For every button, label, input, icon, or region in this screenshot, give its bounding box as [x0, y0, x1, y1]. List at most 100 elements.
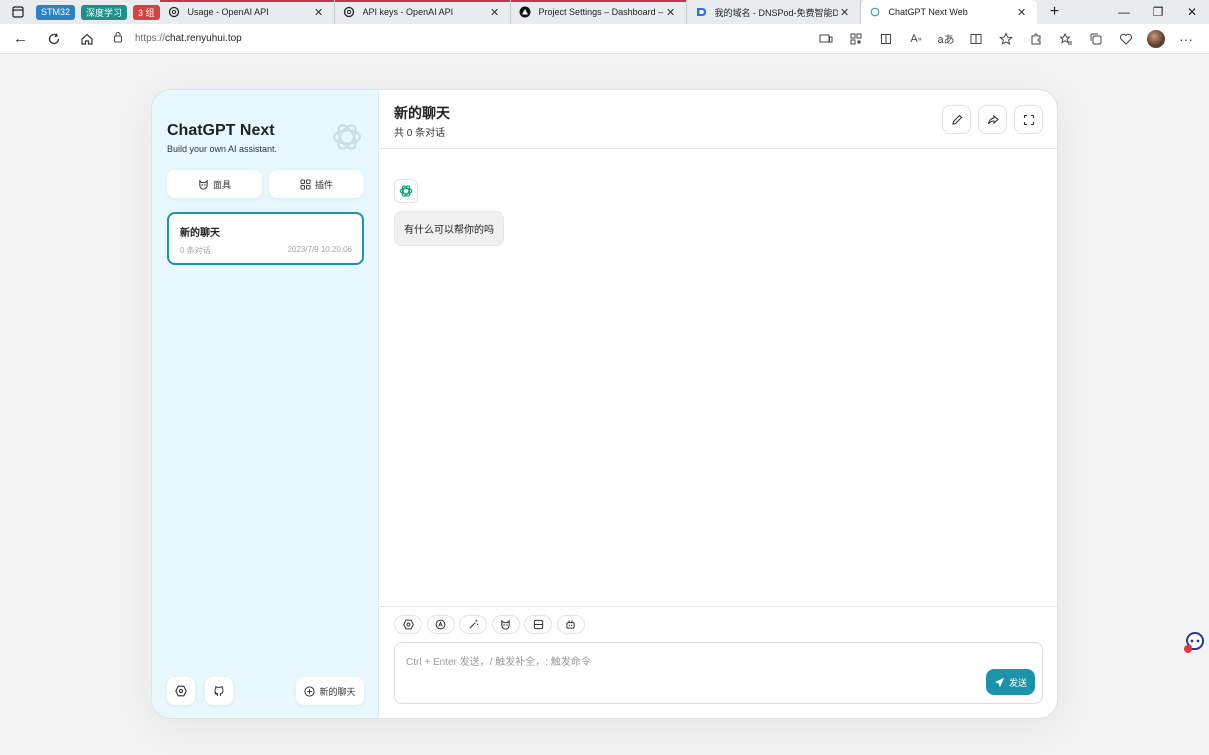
url-field[interactable]: https://chat.renyuhui.top — [113, 31, 242, 46]
new-chat-button[interactable]: 新的聊天 — [296, 677, 364, 705]
browser-tab-project-settings[interactable]: Project Settings – Dashboard – ✕ — [510, 0, 687, 24]
home-icon[interactable] — [70, 24, 103, 54]
browser-tab-usage[interactable]: Usage - OpenAI API ✕ — [159, 0, 335, 24]
chatgpt-avatar-icon — [399, 185, 413, 197]
tab-group-3[interactable]: 3 组 — [133, 4, 160, 20]
github-button[interactable] — [205, 677, 233, 705]
chat-list-item[interactable]: 新的聊天 0 条对话 2023/7/9 10:20:06 — [167, 212, 364, 265]
browser-tab-api-keys[interactable]: API keys - OpenAI API ✕ — [334, 0, 511, 24]
mask-button-label: 面具 — [212, 179, 231, 190]
theme-auto-icon — [435, 619, 446, 630]
chat-title: 新的聊天 — [394, 105, 450, 121]
tab-title: API keys - OpenAI API — [362, 7, 454, 17]
dnspod-icon — [695, 6, 707, 18]
address-bar: ← https://chat.renyuhui.top A» aあ ··· — [0, 24, 1209, 54]
tab-title: Usage - OpenAI API — [187, 7, 269, 17]
send-button-label: 发送 — [1008, 677, 1027, 688]
chat-item-date: 2023/7/9 10:20:06 — [287, 245, 352, 254]
chat-item-count: 0 条对话 — [180, 246, 211, 255]
mask-icon — [501, 619, 510, 630]
split-screen-icon[interactable] — [961, 24, 991, 54]
plugin-button[interactable]: 插件 — [269, 170, 364, 198]
edit-pencil-icon — [951, 114, 962, 125]
minimize-icon[interactable]: — — [1107, 0, 1141, 24]
collections-icon[interactable] — [1081, 24, 1111, 54]
translate-icon[interactable]: aあ — [931, 24, 961, 54]
tab-title: ChatGPT Next Web — [888, 7, 968, 17]
qr-code-icon[interactable] — [841, 24, 871, 54]
chat-input-area: Ctrl + Enter 发送，/ 触发补全，: 触发命令 发送 — [379, 606, 1057, 718]
close-icon[interactable]: ✕ — [664, 6, 678, 19]
share-icon — [987, 114, 999, 124]
close-icon[interactable]: ✕ — [1015, 6, 1029, 19]
chat-panel: 新的聊天 共 0 条对话 有什么可以帮你的吗 Ctrl + Enter 发送，/… — [379, 90, 1057, 718]
tab-title: Project Settings – Dashboard – — [538, 7, 664, 17]
prompt-tool[interactable] — [459, 615, 487, 634]
close-icon[interactable]: ✕ — [838, 6, 852, 19]
mask-button[interactable]: 面具 — [167, 170, 262, 198]
clear-context-tool[interactable] — [524, 615, 552, 634]
new-chat-label: 新的聊天 — [319, 686, 356, 697]
lock-icon — [113, 31, 123, 46]
chat-settings-tool[interactable] — [394, 615, 422, 634]
message-input-placeholder: Ctrl + Enter 发送，/ 触发补全，: 触发命令 — [406, 657, 591, 668]
mask-icon — [199, 179, 208, 190]
tab-group-deep-learning[interactable]: 深度学习 — [81, 4, 128, 20]
browser-tab-chatgpt-next[interactable]: ChatGPT Next Web ✕ — [860, 0, 1037, 24]
mask-tool[interactable] — [491, 615, 520, 634]
browser-tab-dnspod[interactable]: 我的域名 - DNSPod-免费智能DNS ✕ — [687, 0, 861, 24]
sidebar: ChatGPT Next Build your own AI assistant… — [152, 90, 379, 718]
rename-button[interactable] — [942, 105, 971, 134]
back-icon[interactable]: ← — [4, 24, 37, 54]
app-available-icon[interactable] — [811, 24, 841, 54]
theme-tool[interactable] — [426, 615, 455, 634]
app-title: ChatGPT Next — [167, 122, 275, 139]
close-icon[interactable]: ✕ — [312, 6, 326, 19]
close-window-icon[interactable]: ✕ — [1175, 0, 1209, 24]
url-host: chat.renyuhui.top — [165, 33, 242, 44]
favorites-icon[interactable] — [1051, 24, 1081, 54]
chatgpt-logo-icon — [332, 124, 362, 150]
chat-item-title: 新的聊天 — [180, 228, 220, 239]
plugin-grid-icon — [300, 178, 311, 190]
health-icon[interactable] — [1111, 24, 1141, 54]
chatgpt-icon — [869, 6, 881, 18]
add-circle-icon — [304, 685, 316, 697]
profile-avatar[interactable] — [1141, 24, 1171, 54]
more-menu-icon[interactable]: ··· — [1171, 24, 1201, 54]
address-bar-actions: A» aあ ··· — [811, 24, 1201, 54]
read-aloud-icon[interactable]: A» — [901, 24, 931, 54]
floating-assistant-icon[interactable] — [1183, 630, 1207, 654]
extensions-puzzle-icon[interactable] — [871, 24, 901, 54]
magic-wand-icon — [468, 619, 478, 629]
restore-icon[interactable]: ❐ — [1141, 0, 1175, 24]
tab-title: 我的域名 - DNSPod-免费智能DNS — [714, 7, 838, 18]
bot-avatar — [394, 179, 418, 203]
url-protocol: https:// — [135, 33, 166, 44]
tab-group-stm32[interactable]: STM32 — [36, 4, 76, 20]
refresh-icon[interactable] — [37, 24, 70, 54]
send-button[interactable]: 发送 — [986, 669, 1035, 695]
vercel-icon — [519, 6, 531, 18]
openai-icon — [343, 6, 355, 18]
close-icon[interactable]: ✕ — [488, 6, 502, 19]
tab-actions-icon[interactable] — [0, 0, 36, 24]
window-controls: — ❐ ✕ — [1107, 0, 1209, 24]
chat-subtitle: 共 0 条对话 — [394, 128, 446, 139]
app-subtitle: Build your own AI assistant. — [167, 144, 278, 154]
share-button[interactable] — [978, 105, 1007, 134]
settings-button[interactable] — [167, 677, 195, 705]
input-toolbar — [394, 615, 589, 634]
fullscreen-button[interactable] — [1014, 105, 1043, 134]
new-tab-button[interactable]: + — [1037, 0, 1073, 24]
openai-icon — [168, 6, 180, 18]
chat-header: 新的聊天 共 0 条对话 — [379, 90, 1057, 149]
message-input[interactable]: Ctrl + Enter 发送，/ 触发补全，: 触发命令 发送 — [394, 642, 1043, 704]
settings-icon — [402, 619, 414, 630]
extensions-icon[interactable] — [1021, 24, 1051, 54]
app-container: ChatGPT Next Build your own AI assistant… — [151, 89, 1058, 719]
send-icon — [994, 677, 1005, 687]
model-tool[interactable] — [556, 615, 585, 634]
favorite-star-icon[interactable] — [991, 24, 1021, 54]
settings-icon — [175, 685, 187, 697]
